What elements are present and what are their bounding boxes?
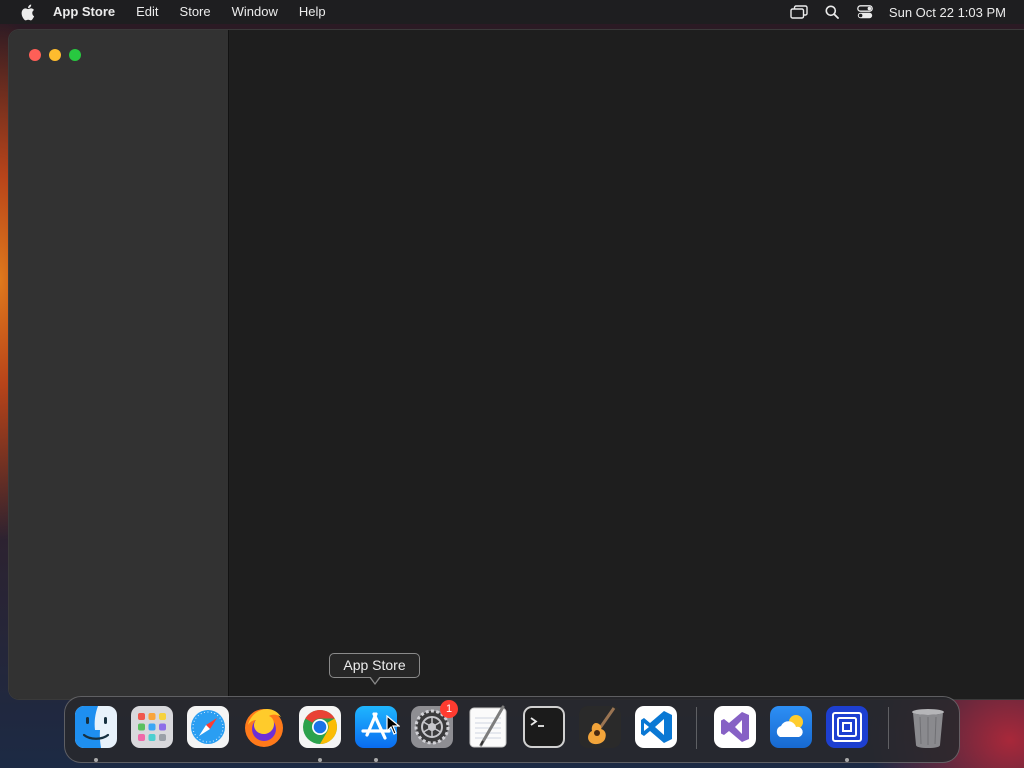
dock-app-chrome[interactable] (298, 705, 342, 749)
simulator-icon (826, 706, 868, 748)
dock-app-safari[interactable] (186, 705, 230, 749)
dock-tooltip: App Store (329, 653, 420, 678)
garageband-icon (579, 706, 621, 748)
weather-icon (770, 706, 812, 748)
mouse-cursor-icon (386, 715, 400, 735)
running-indicator (374, 758, 378, 762)
dock-app-firefox[interactable] (242, 705, 286, 749)
menu-bar-clock[interactable]: Sun Oct 22 1:03 PM (889, 5, 1006, 20)
app-store-window (9, 30, 1024, 699)
notification-badge: 1 (440, 700, 458, 718)
dock: 1 (64, 696, 960, 763)
menu-edit[interactable]: Edit (136, 0, 158, 24)
dock-app-textedit[interactable] (466, 705, 510, 749)
vscode-icon (635, 706, 677, 748)
menu-bar: App Store Edit Store Window Help Sun Oct… (0, 0, 1024, 24)
minimize-window-button[interactable] (49, 49, 61, 61)
zoom-window-button[interactable] (69, 49, 81, 61)
control-center-icon[interactable] (855, 2, 875, 22)
dock-app-vscode[interactable] (634, 705, 678, 749)
close-window-button[interactable] (29, 49, 41, 61)
safari-icon (187, 706, 229, 748)
menu-app-name[interactable]: App Store (53, 0, 115, 24)
spotlight-search-icon[interactable] (822, 2, 842, 22)
chrome-icon (299, 706, 341, 748)
dock-app-finder[interactable] (74, 705, 118, 749)
menu-help[interactable]: Help (299, 0, 326, 24)
dock-separator (696, 707, 697, 749)
screen-mirroring-icon[interactable] (789, 2, 809, 22)
finder-icon (75, 706, 117, 748)
running-indicator (318, 758, 322, 762)
menu-window[interactable]: Window (232, 0, 278, 24)
dock-app-simulator[interactable] (825, 705, 869, 749)
visual-studio-icon (714, 706, 756, 748)
dock-app-garageband[interactable] (578, 705, 622, 749)
running-indicator (845, 758, 849, 762)
dock-separator (888, 707, 889, 749)
running-indicator (94, 758, 98, 762)
dock-app-system-settings[interactable]: 1 (410, 700, 458, 749)
dock-app-trash[interactable] (906, 705, 950, 749)
terminal-icon (523, 706, 565, 748)
launchpad-icon (131, 706, 173, 748)
dock-app-visual-studio[interactable] (713, 705, 757, 749)
content-area (230, 30, 1024, 699)
dock-app-weather[interactable] (769, 705, 813, 749)
tooltip-pointer-fill (370, 676, 380, 683)
firefox-icon (245, 709, 283, 747)
dock-app-launchpad[interactable] (130, 705, 174, 749)
sidebar (9, 30, 229, 699)
trash-icon (912, 709, 944, 748)
apple-menu-icon[interactable] (17, 2, 37, 22)
menu-store[interactable]: Store (180, 0, 211, 24)
textedit-icon (469, 705, 507, 748)
dock-app-terminal[interactable] (522, 705, 566, 749)
